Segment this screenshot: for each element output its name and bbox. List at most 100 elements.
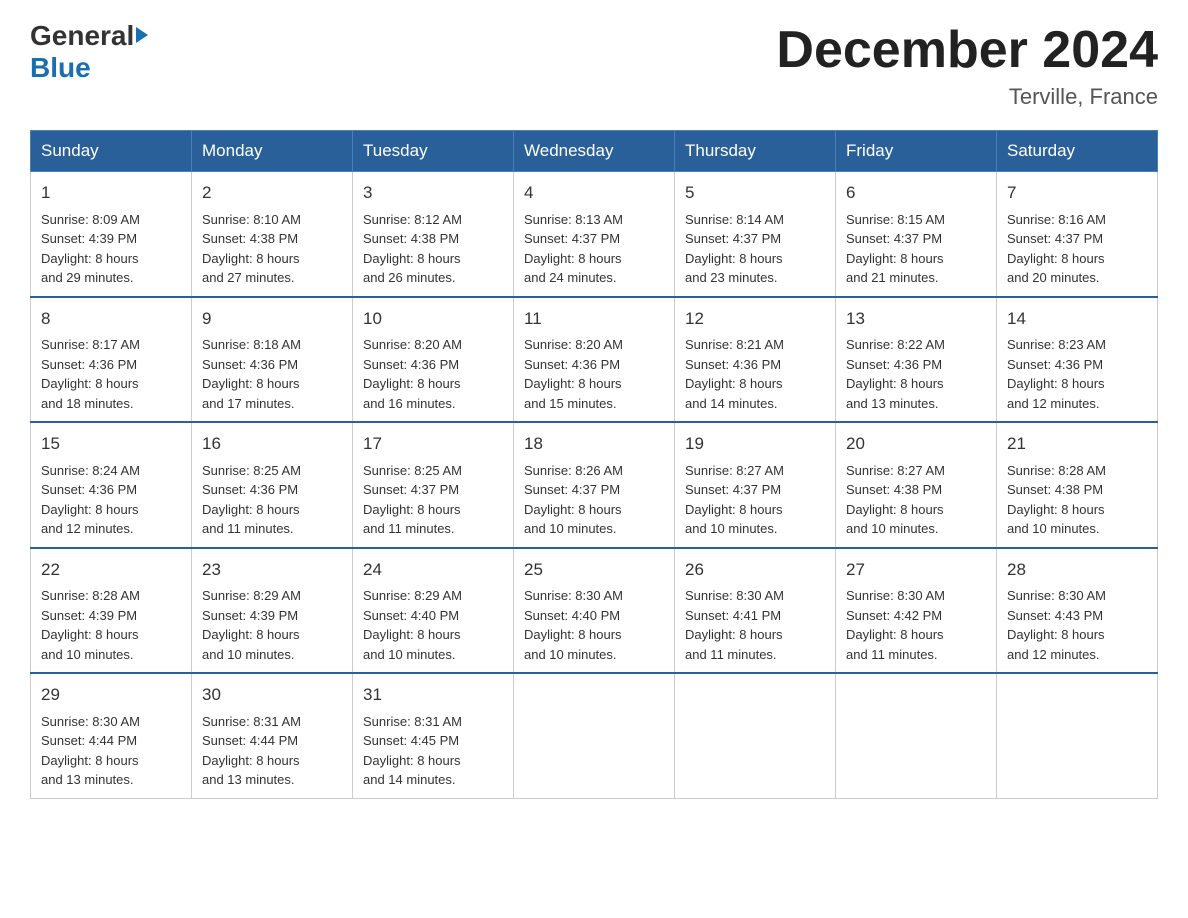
day-info: Sunrise: 8:25 AM Sunset: 4:37 PM Dayligh… [363, 461, 503, 539]
logo: General Blue [30, 20, 148, 84]
table-row: 13 Sunrise: 8:22 AM Sunset: 4:36 PM Dayl… [836, 297, 997, 423]
day-number: 8 [41, 306, 181, 332]
day-number: 13 [846, 306, 986, 332]
day-number: 23 [202, 557, 342, 583]
logo-general-text: General [30, 20, 134, 52]
calendar-subtitle: Terville, France [776, 84, 1158, 110]
day-number: 26 [685, 557, 825, 583]
table-row: 16 Sunrise: 8:25 AM Sunset: 4:36 PM Dayl… [192, 422, 353, 548]
table-row [675, 673, 836, 798]
day-number: 15 [41, 431, 181, 457]
day-number: 6 [846, 180, 986, 206]
table-row: 27 Sunrise: 8:30 AM Sunset: 4:42 PM Dayl… [836, 548, 997, 674]
day-number: 25 [524, 557, 664, 583]
header-tuesday: Tuesday [353, 131, 514, 172]
day-number: 4 [524, 180, 664, 206]
table-row: 1 Sunrise: 8:09 AM Sunset: 4:39 PM Dayli… [31, 172, 192, 297]
day-number: 1 [41, 180, 181, 206]
table-row: 30 Sunrise: 8:31 AM Sunset: 4:44 PM Dayl… [192, 673, 353, 798]
day-number: 20 [846, 431, 986, 457]
table-row: 26 Sunrise: 8:30 AM Sunset: 4:41 PM Dayl… [675, 548, 836, 674]
calendar-table: Sunday Monday Tuesday Wednesday Thursday… [30, 130, 1158, 799]
table-row [997, 673, 1158, 798]
table-row: 3 Sunrise: 8:12 AM Sunset: 4:38 PM Dayli… [353, 172, 514, 297]
day-info: Sunrise: 8:13 AM Sunset: 4:37 PM Dayligh… [524, 210, 664, 288]
table-row: 6 Sunrise: 8:15 AM Sunset: 4:37 PM Dayli… [836, 172, 997, 297]
table-row: 11 Sunrise: 8:20 AM Sunset: 4:36 PM Dayl… [514, 297, 675, 423]
header-monday: Monday [192, 131, 353, 172]
table-row: 9 Sunrise: 8:18 AM Sunset: 4:36 PM Dayli… [192, 297, 353, 423]
day-number: 7 [1007, 180, 1147, 206]
day-info: Sunrise: 8:28 AM Sunset: 4:38 PM Dayligh… [1007, 461, 1147, 539]
day-number: 10 [363, 306, 503, 332]
day-number: 11 [524, 306, 664, 332]
day-number: 27 [846, 557, 986, 583]
table-row: 22 Sunrise: 8:28 AM Sunset: 4:39 PM Dayl… [31, 548, 192, 674]
calendar-week-1: 1 Sunrise: 8:09 AM Sunset: 4:39 PM Dayli… [31, 172, 1158, 297]
table-row: 28 Sunrise: 8:30 AM Sunset: 4:43 PM Dayl… [997, 548, 1158, 674]
table-row: 29 Sunrise: 8:30 AM Sunset: 4:44 PM Dayl… [31, 673, 192, 798]
day-number: 30 [202, 682, 342, 708]
day-info: Sunrise: 8:17 AM Sunset: 4:36 PM Dayligh… [41, 335, 181, 413]
day-info: Sunrise: 8:30 AM Sunset: 4:42 PM Dayligh… [846, 586, 986, 664]
table-row: 21 Sunrise: 8:28 AM Sunset: 4:38 PM Dayl… [997, 422, 1158, 548]
calendar-week-4: 22 Sunrise: 8:28 AM Sunset: 4:39 PM Dayl… [31, 548, 1158, 674]
day-info: Sunrise: 8:16 AM Sunset: 4:37 PM Dayligh… [1007, 210, 1147, 288]
day-info: Sunrise: 8:14 AM Sunset: 4:37 PM Dayligh… [685, 210, 825, 288]
table-row: 4 Sunrise: 8:13 AM Sunset: 4:37 PM Dayli… [514, 172, 675, 297]
day-number: 18 [524, 431, 664, 457]
day-info: Sunrise: 8:29 AM Sunset: 4:40 PM Dayligh… [363, 586, 503, 664]
day-info: Sunrise: 8:20 AM Sunset: 4:36 PM Dayligh… [524, 335, 664, 413]
header-wednesday: Wednesday [514, 131, 675, 172]
day-number: 3 [363, 180, 503, 206]
table-row: 12 Sunrise: 8:21 AM Sunset: 4:36 PM Dayl… [675, 297, 836, 423]
table-row: 23 Sunrise: 8:29 AM Sunset: 4:39 PM Dayl… [192, 548, 353, 674]
header-friday: Friday [836, 131, 997, 172]
day-number: 22 [41, 557, 181, 583]
day-info: Sunrise: 8:21 AM Sunset: 4:36 PM Dayligh… [685, 335, 825, 413]
day-info: Sunrise: 8:30 AM Sunset: 4:44 PM Dayligh… [41, 712, 181, 790]
table-row: 17 Sunrise: 8:25 AM Sunset: 4:37 PM Dayl… [353, 422, 514, 548]
table-row: 10 Sunrise: 8:20 AM Sunset: 4:36 PM Dayl… [353, 297, 514, 423]
day-number: 17 [363, 431, 503, 457]
table-row [836, 673, 997, 798]
day-number: 2 [202, 180, 342, 206]
day-info: Sunrise: 8:24 AM Sunset: 4:36 PM Dayligh… [41, 461, 181, 539]
header-sunday: Sunday [31, 131, 192, 172]
calendar-week-2: 8 Sunrise: 8:17 AM Sunset: 4:36 PM Dayli… [31, 297, 1158, 423]
header-thursday: Thursday [675, 131, 836, 172]
calendar-header-row: Sunday Monday Tuesday Wednesday Thursday… [31, 131, 1158, 172]
day-number: 14 [1007, 306, 1147, 332]
table-row: 14 Sunrise: 8:23 AM Sunset: 4:36 PM Dayl… [997, 297, 1158, 423]
logo-blue-text: Blue [30, 52, 91, 84]
day-number: 24 [363, 557, 503, 583]
table-row: 15 Sunrise: 8:24 AM Sunset: 4:36 PM Dayl… [31, 422, 192, 548]
day-info: Sunrise: 8:23 AM Sunset: 4:36 PM Dayligh… [1007, 335, 1147, 413]
day-info: Sunrise: 8:31 AM Sunset: 4:44 PM Dayligh… [202, 712, 342, 790]
table-row: 5 Sunrise: 8:14 AM Sunset: 4:37 PM Dayli… [675, 172, 836, 297]
day-number: 16 [202, 431, 342, 457]
table-row: 8 Sunrise: 8:17 AM Sunset: 4:36 PM Dayli… [31, 297, 192, 423]
day-info: Sunrise: 8:26 AM Sunset: 4:37 PM Dayligh… [524, 461, 664, 539]
day-info: Sunrise: 8:10 AM Sunset: 4:38 PM Dayligh… [202, 210, 342, 288]
day-info: Sunrise: 8:27 AM Sunset: 4:37 PM Dayligh… [685, 461, 825, 539]
calendar-title: December 2024 [776, 20, 1158, 80]
day-number: 31 [363, 682, 503, 708]
day-number: 5 [685, 180, 825, 206]
table-row: 7 Sunrise: 8:16 AM Sunset: 4:37 PM Dayli… [997, 172, 1158, 297]
title-section: December 2024 Terville, France [776, 20, 1158, 110]
day-number: 29 [41, 682, 181, 708]
day-info: Sunrise: 8:30 AM Sunset: 4:41 PM Dayligh… [685, 586, 825, 664]
day-number: 21 [1007, 431, 1147, 457]
table-row: 31 Sunrise: 8:31 AM Sunset: 4:45 PM Dayl… [353, 673, 514, 798]
day-number: 19 [685, 431, 825, 457]
table-row [514, 673, 675, 798]
calendar-week-3: 15 Sunrise: 8:24 AM Sunset: 4:36 PM Dayl… [31, 422, 1158, 548]
table-row: 19 Sunrise: 8:27 AM Sunset: 4:37 PM Dayl… [675, 422, 836, 548]
day-info: Sunrise: 8:15 AM Sunset: 4:37 PM Dayligh… [846, 210, 986, 288]
day-info: Sunrise: 8:29 AM Sunset: 4:39 PM Dayligh… [202, 586, 342, 664]
day-info: Sunrise: 8:27 AM Sunset: 4:38 PM Dayligh… [846, 461, 986, 539]
day-number: 28 [1007, 557, 1147, 583]
day-number: 12 [685, 306, 825, 332]
day-info: Sunrise: 8:28 AM Sunset: 4:39 PM Dayligh… [41, 586, 181, 664]
